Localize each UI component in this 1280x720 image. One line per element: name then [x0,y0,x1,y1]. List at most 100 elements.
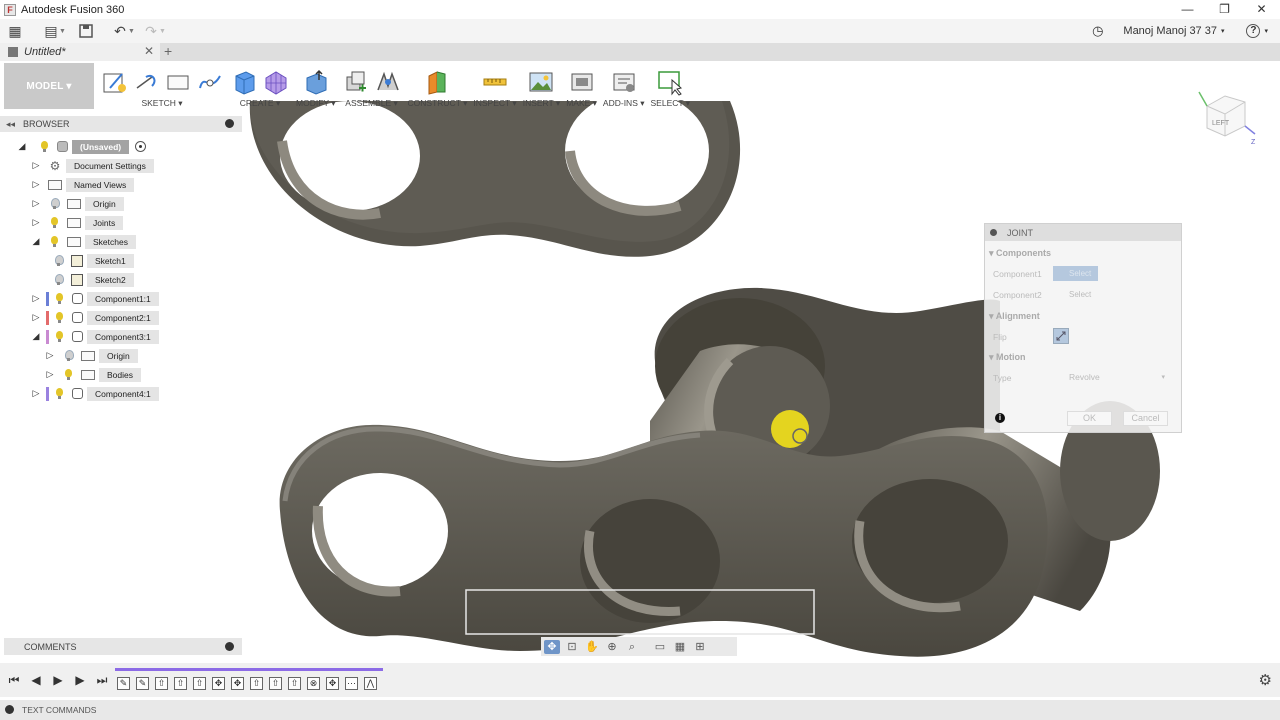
component2-select[interactable]: Select [1053,287,1098,302]
activate-radio-icon[interactable] [135,141,147,152]
tree-node-sketches[interactable]: ◢ Sketches [30,233,136,250]
tree-node-sketch2[interactable]: Sketch2 [46,271,134,288]
visibility-bulb-icon[interactable] [53,387,66,400]
tree-node-document-settings[interactable]: ▷ ⚙ Document Settings [30,157,154,174]
tree-node-root[interactable]: ◢ (Unsaved) [16,138,147,155]
timeline-sketch-icon[interactable]: ✎ [136,677,149,690]
tree-node-component3[interactable]: ◢ Component3:1 [30,328,159,345]
tab-close-icon[interactable]: ✕ [144,44,154,58]
expanded-triangle-icon[interactable]: ◢ [16,141,28,152]
tree-node-origin[interactable]: ▷ Origin [30,195,124,212]
tree-label[interactable]: Component1:1 [87,291,159,306]
expanded-triangle-icon[interactable]: ◢ [30,331,42,342]
cancel-button[interactable]: Cancel [1123,411,1168,426]
tree-node-component2[interactable]: ▷ Component2:1 [30,309,159,326]
scripts-addins-icon[interactable] [610,68,638,96]
timeline-component-icon[interactable]: ⊗ [307,677,320,690]
visibility-bulb-icon[interactable] [38,140,51,153]
alignment-section-header[interactable]: ▾ Alignment [989,311,1040,322]
joint-dialog-header[interactable]: JOINT [985,224,1181,241]
tree-node-sketch1[interactable]: Sketch1 [46,252,134,269]
tree-node-named-views[interactable]: ▷ Named Views [30,176,135,193]
visibility-bulb-icon[interactable] [48,235,61,248]
collapsed-triangle-icon[interactable]: ▷ [44,350,56,361]
joint-dialog[interactable]: JOINT ▾ Components Component1 Select Com… [984,223,1182,433]
tree-label[interactable]: Origin [85,196,124,211]
timeline-extrude-icon[interactable]: ⇧ [250,677,263,690]
text-commands-panel[interactable]: TEXT COMMANDS [0,700,1280,720]
timeline-move-icon[interactable]: ✥ [231,677,244,690]
display-settings-icon[interactable]: ▭ [652,640,668,654]
tree-node-bodies[interactable]: ▷ Bodies [44,366,141,383]
flip-button[interactable] [1053,328,1069,344]
expanded-triangle-icon[interactable]: ◢ [30,236,42,247]
tree-label[interactable]: Document Settings [66,158,154,173]
user-account-name[interactable]: Manoj Manoj 37 37 [1123,25,1217,37]
collapsed-triangle-icon[interactable]: ▷ [30,160,42,171]
tree-label[interactable]: Joints [85,215,124,230]
inspect-menu[interactable]: INSPECT ▾ [473,98,516,109]
create-menu[interactable]: CREATE ▾ [240,98,280,109]
tree-label[interactable]: Named Views [66,177,135,192]
offset-plane-icon[interactable] [423,68,451,96]
new-tab-button[interactable]: + [164,43,172,60]
visibility-bulb-icon[interactable] [53,292,66,305]
visibility-bulb-icon[interactable] [53,311,66,324]
joint-icon[interactable] [374,68,402,96]
timeline-settings-gear-icon[interactable]: ⚙ [1259,671,1272,689]
comments-add-icon[interactable] [225,642,234,651]
comments-panel-header[interactable]: COMMENTS [4,638,242,655]
go-to-end-icon[interactable]: ⏭ [92,671,112,689]
visibility-bulb-off-icon[interactable] [48,197,61,210]
make-menu[interactable]: MAKE ▾ [566,98,597,109]
tree-label[interactable]: Origin [99,348,138,363]
info-icon[interactable]: i [995,413,1005,423]
step-forward-icon[interactable]: ▶ [70,671,90,689]
timeline-pattern-icon[interactable]: ⋯ [345,677,358,690]
collapsed-triangle-icon[interactable]: ▷ [44,369,56,380]
timeline-extrude-icon[interactable]: ⇧ [155,677,168,690]
collapse-browser-icon[interactable]: ◂◂ [6,119,15,130]
timeline-extrude-icon[interactable]: ⇧ [269,677,282,690]
tree-node-component4[interactable]: ▷ Component4:1 [30,385,159,402]
new-component-icon[interactable] [230,68,258,96]
browser-panel-header[interactable]: ◂◂ BROWSER [0,116,242,132]
rectangle-icon[interactable] [164,68,192,96]
timeline-extrude-icon[interactable]: ⇧ [288,677,301,690]
viewcube-face-label[interactable]: LEFT [1212,120,1230,127]
tree-node-component1[interactable]: ▷ Component1:1 [30,290,159,307]
collapsed-triangle-icon[interactable]: ▷ [30,179,42,190]
tab-untitled[interactable]: Untitled* ✕ [0,43,160,61]
tree-label[interactable]: Sketch1 [87,253,134,268]
new-component-assemble-icon[interactable] [342,68,370,96]
construct-menu[interactable]: CONSTRUCT ▾ [408,98,468,109]
form-icon[interactable] [262,68,290,96]
grid-settings-icon[interactable]: ▦ [672,640,688,654]
insert-image-icon[interactable] [527,68,555,96]
workspace-switcher-button[interactable]: MODEL ▾ [4,63,94,109]
tree-label[interactable]: Component4:1 [87,386,159,401]
tree-label[interactable]: Component3:1 [87,329,159,344]
save-icon[interactable] [75,21,97,41]
addins-menu[interactable]: ADD-INS ▾ [603,98,645,109]
pan-hand-icon[interactable]: ✋ [584,640,600,654]
help-icon[interactable]: ? [1246,24,1261,38]
spline-icon[interactable] [196,68,224,96]
visibility-bulb-off-icon[interactable] [52,254,65,267]
tree-label[interactable]: Sketch2 [87,272,134,287]
redo-caret[interactable]: ▼ [159,28,167,35]
assemble-menu[interactable]: ASSEMBLE ▾ [345,98,397,109]
tree-label[interactable]: (Unsaved) [72,139,130,154]
select-icon[interactable] [656,68,684,96]
step-back-icon[interactable]: ◀ [26,671,46,689]
timeline-move-icon[interactable]: ✥ [212,677,225,690]
timeline-extrude-icon[interactable]: ⇧ [174,677,187,690]
timeline-sketch-icon[interactable]: ✎ [117,677,130,690]
restore-button[interactable]: ❐ [1206,0,1243,19]
viewports-icon[interactable]: ⊞ [692,640,708,654]
collapsed-triangle-icon[interactable]: ▷ [30,388,42,399]
collapsed-triangle-icon[interactable]: ▷ [30,293,42,304]
tree-label[interactable]: Bodies [99,367,141,382]
3d-print-icon[interactable] [568,68,596,96]
undo-caret[interactable]: ▼ [128,28,136,35]
